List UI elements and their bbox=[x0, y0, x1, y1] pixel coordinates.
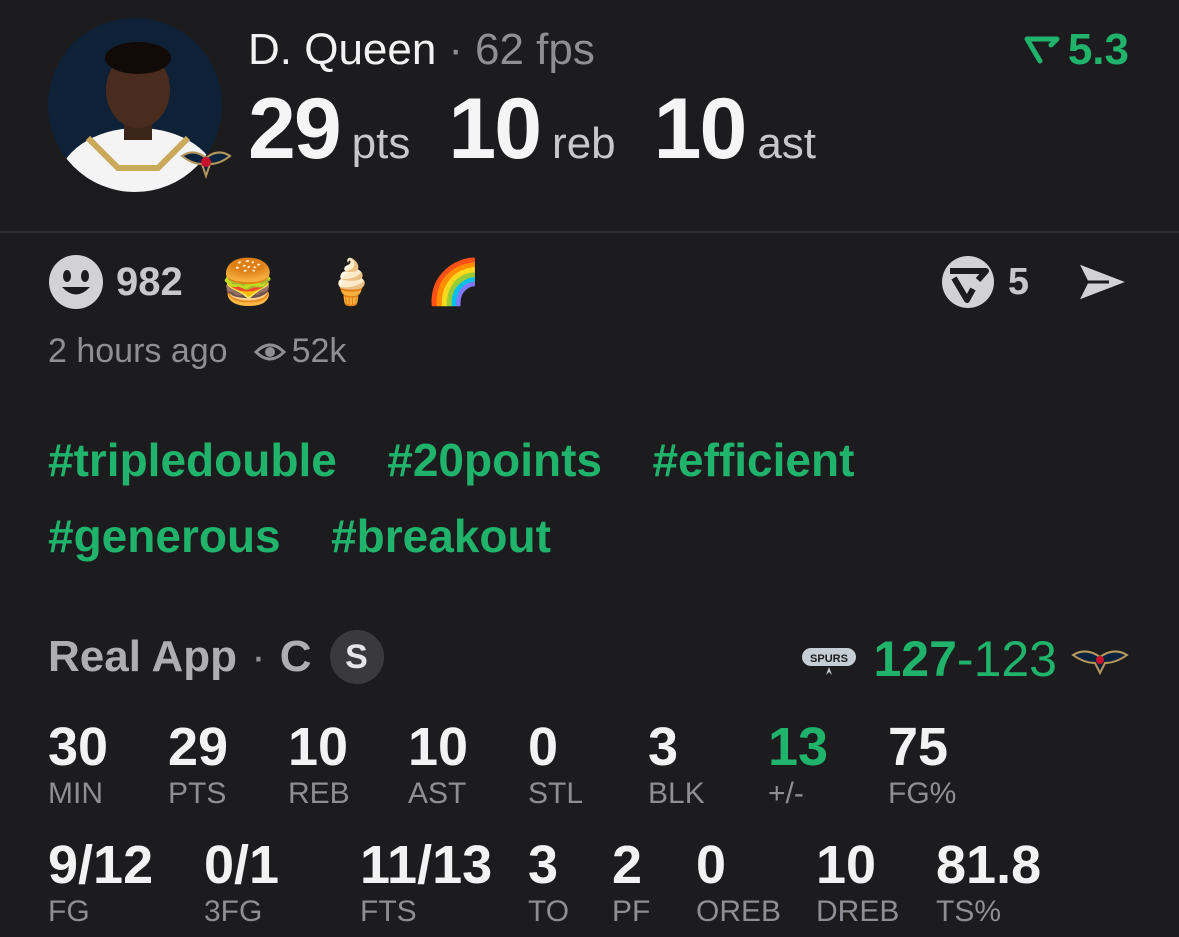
view-count-value: 52k bbox=[291, 332, 347, 370]
stat-3fg: 0/1 3FG bbox=[204, 835, 280, 928]
reaction-count: 982 bbox=[116, 259, 183, 304]
rating-arrow-icon bbox=[1024, 36, 1060, 64]
stat-min: 30 MIN bbox=[48, 717, 109, 810]
stat-fts: 11/13 FTS bbox=[360, 835, 493, 928]
hashtag[interactable]: #20points bbox=[387, 432, 602, 488]
headline-stats: 29 pts 10 reb 10 ast bbox=[248, 84, 854, 174]
player-name-line: D. Queen · 62 fps bbox=[248, 24, 595, 76]
hashtag[interactable]: #efficient bbox=[652, 432, 854, 488]
starter-badge: S bbox=[329, 630, 384, 684]
eye-icon bbox=[253, 343, 286, 360]
winning-score: 127 bbox=[873, 631, 957, 687]
smiley-reaction-icon[interactable] bbox=[48, 254, 104, 310]
stat-pf: 2 PF bbox=[612, 835, 651, 928]
stat-to: 3 TO bbox=[528, 835, 570, 928]
assists-unit: ast bbox=[757, 119, 817, 168]
headline-points: 29 bbox=[248, 81, 342, 177]
repost-count: 5 bbox=[1007, 260, 1029, 303]
separator-dot: · bbox=[251, 632, 266, 681]
game-source-row: Real App · C S bbox=[48, 630, 384, 684]
source-label: Real App bbox=[48, 632, 238, 681]
stat-blk: 3 BLK bbox=[648, 717, 705, 810]
post-meta: 2 hours ago 52k bbox=[48, 332, 346, 371]
rebounds-unit: reb bbox=[552, 119, 616, 168]
separator-dot: · bbox=[448, 25, 463, 74]
rainbow-reaction-icon[interactable]: 🌈 bbox=[426, 256, 481, 308]
stat-ast: 10 AST bbox=[408, 717, 469, 810]
fps-score: 62 fps bbox=[475, 25, 595, 74]
game-score[interactable]: SPURS 127-123 bbox=[799, 630, 1129, 688]
rating-value: 5.3 bbox=[1067, 25, 1129, 74]
points-unit: pts bbox=[351, 119, 411, 168]
repost-icon[interactable] bbox=[940, 254, 996, 310]
post-time: 2 hours ago bbox=[48, 332, 228, 370]
stat-pts: 29 PTS bbox=[168, 717, 229, 810]
stat-ts-pct: 81.8 TS% bbox=[936, 835, 1042, 928]
headline-rebounds: 10 bbox=[448, 81, 542, 177]
ice-cream-reaction-icon[interactable]: 🍦 bbox=[324, 256, 379, 308]
headline-assists: 10 bbox=[653, 81, 748, 177]
hashtag[interactable]: #breakout bbox=[331, 508, 551, 564]
stat-fg-pct: 75 FG% bbox=[888, 717, 957, 810]
hashtag-list: #tripledouble #20points #efficient #gene… bbox=[48, 432, 1048, 584]
hashtag[interactable]: #tripledouble bbox=[48, 432, 337, 488]
stat-plus-minus: 13 +/- bbox=[768, 717, 829, 810]
burger-reaction-icon[interactable]: 🍔 bbox=[221, 256, 276, 308]
view-count: 52k bbox=[253, 332, 347, 371]
pelicans-logo-icon bbox=[180, 142, 232, 182]
player-name[interactable]: D. Queen bbox=[248, 25, 436, 74]
post-actions: 5 bbox=[940, 252, 1131, 312]
losing-score: 123 bbox=[973, 631, 1057, 687]
send-icon[interactable] bbox=[1075, 258, 1131, 306]
stat-dreb: 10 DREB bbox=[816, 835, 900, 928]
position-label: C bbox=[279, 632, 312, 681]
divider bbox=[0, 231, 1179, 233]
pelicans-logo-icon bbox=[1071, 650, 1129, 675]
stat-reb: 10 REB bbox=[288, 717, 350, 810]
stat-fg: 9/12 FG bbox=[48, 835, 154, 928]
spurs-logo-icon: SPURS bbox=[800, 646, 859, 675]
stat-stl: 0 STL bbox=[528, 717, 584, 810]
reactions-row: 982 🍔 🍦 🌈 bbox=[48, 252, 529, 312]
svg-text:SPURS: SPURS bbox=[811, 653, 849, 665]
stat-oreb: 0 OREB bbox=[696, 835, 782, 928]
hashtag[interactable]: #generous bbox=[48, 508, 281, 564]
score-separator: - bbox=[956, 631, 974, 687]
rating-display[interactable]: 5.3 bbox=[1024, 24, 1129, 76]
